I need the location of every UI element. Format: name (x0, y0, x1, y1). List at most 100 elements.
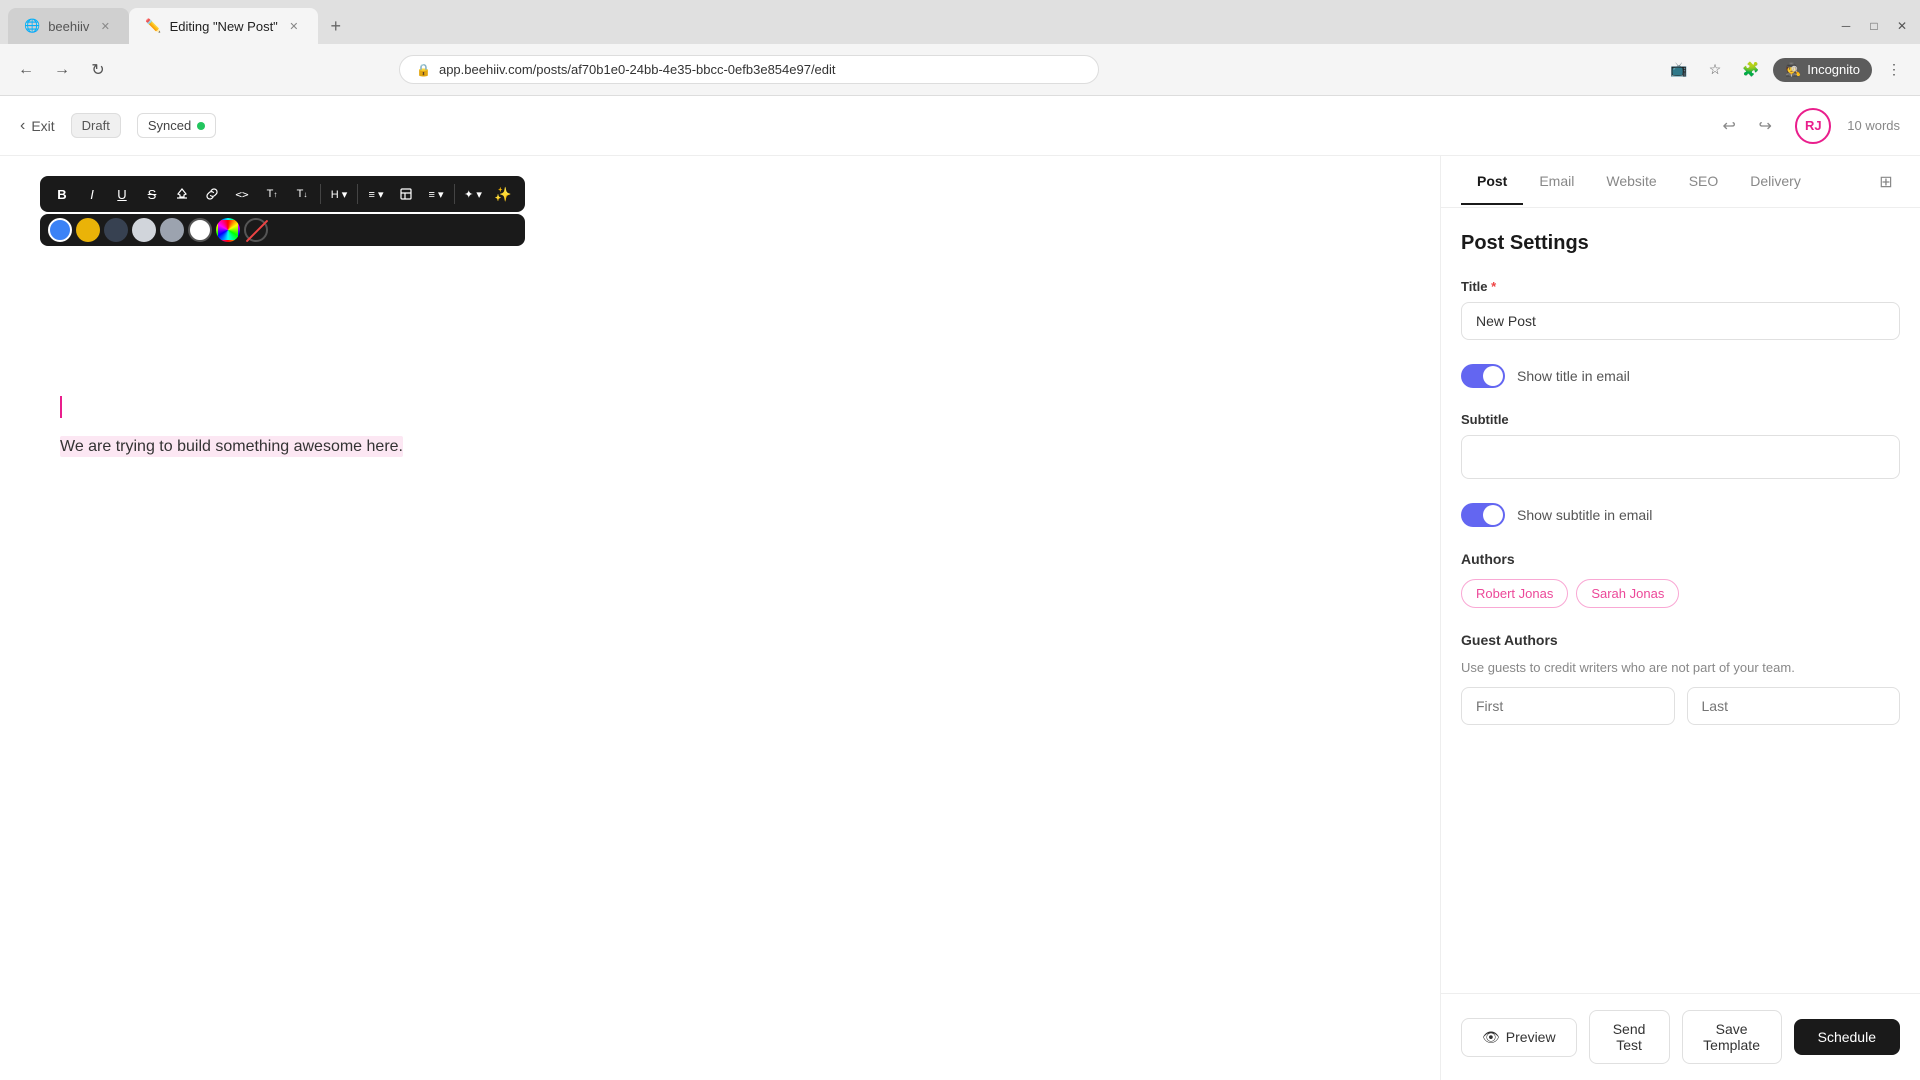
highlight-button[interactable] (168, 180, 196, 208)
exit-arrow-icon: ‹ (20, 117, 25, 135)
title-input[interactable] (1461, 302, 1900, 340)
show-subtitle-toggle[interactable] (1461, 503, 1505, 527)
authors-section: Authors Robert Jonas Sarah Jonas (1461, 551, 1900, 608)
exit-button[interactable]: ‹ Exit (20, 117, 55, 135)
browser-chrome: 🌐 beehiiv ✕ ✏️ Editing "New Post" ✕ + ─ … (0, 0, 1920, 96)
editor-area[interactable]: B I U S <> T↑ T↓ H ▾ ≡ ▾ (0, 156, 1440, 1080)
user-avatar[interactable]: RJ (1795, 108, 1831, 144)
tab-beehiiv-close[interactable]: ✕ (97, 18, 113, 34)
italic-button[interactable]: I (78, 180, 106, 208)
block-button[interactable] (392, 180, 420, 208)
author-chip-robert[interactable]: Robert Jonas (1461, 579, 1568, 608)
minimize-button[interactable]: ─ (1836, 16, 1856, 36)
selected-text-block[interactable]: We are trying to build something awesome… (60, 438, 1380, 456)
guest-authors-description: Use guests to credit writers who are not… (1461, 660, 1900, 675)
bold-button[interactable]: B (48, 180, 76, 208)
subscript-button[interactable]: T↓ (288, 180, 316, 208)
show-subtitle-toggle-label: Show subtitle in email (1517, 507, 1652, 523)
tab-bar: 🌐 beehiiv ✕ ✏️ Editing "New Post" ✕ + ─ … (0, 0, 1920, 44)
undo-button[interactable]: ↩ (1715, 112, 1743, 140)
color-swatch-yellow[interactable] (76, 218, 100, 242)
tab-editing[interactable]: ✏️ Editing "New Post" ✕ (129, 8, 317, 44)
toggle-subtitle-check-icon (1488, 510, 1500, 520)
tab-website[interactable]: Website (1590, 159, 1672, 205)
draft-badge[interactable]: Draft (71, 113, 121, 138)
redo-button[interactable]: ↪ (1751, 112, 1779, 140)
heading-button[interactable]: H ▾ (325, 180, 353, 208)
ai-button[interactable]: ✨ (489, 180, 517, 208)
incognito-button[interactable]: 🕵️ Incognito (1773, 58, 1872, 82)
color-swatch-dark-gray[interactable] (104, 218, 128, 242)
color-swatch-rainbow[interactable] (216, 218, 240, 242)
guest-authors-section: Guest Authors Use guests to credit write… (1461, 632, 1900, 725)
incognito-icon: 🕵️ (1785, 62, 1801, 78)
color-swatch-medium-gray[interactable] (160, 218, 184, 242)
tab-editing-close[interactable]: ✕ (286, 18, 302, 34)
panel-title: Post Settings (1461, 232, 1900, 255)
authors-label: Authors (1461, 551, 1900, 567)
superscript-button[interactable]: T↑ (258, 180, 286, 208)
tab-editing-label: Editing "New Post" (170, 19, 278, 34)
list-button[interactable]: ≡ ▾ (362, 180, 390, 208)
new-tab-button[interactable]: + (322, 12, 350, 40)
menu-button[interactable]: ⋮ (1880, 56, 1908, 84)
insert-button[interactable]: ✦ ▾ (459, 180, 487, 208)
color-picker-row (40, 214, 525, 246)
back-button[interactable]: ← (12, 56, 40, 84)
tab-beehiiv[interactable]: 🌐 beehiiv ✕ (8, 8, 129, 44)
color-swatch-white[interactable] (188, 218, 212, 242)
send-test-button[interactable]: Send Test (1589, 1010, 1670, 1064)
panel-tabs: Post Email Website SEO Delivery ⊞ (1441, 156, 1920, 208)
authors-list: Robert Jonas Sarah Jonas (1461, 579, 1900, 608)
show-title-toggle-row: Show title in email (1461, 364, 1900, 388)
show-title-toggle[interactable] (1461, 364, 1505, 388)
color-swatch-blue[interactable] (48, 218, 72, 242)
extension-icon[interactable]: 🧩 (1737, 56, 1765, 84)
guest-last-name-input[interactable] (1687, 687, 1901, 725)
editor-content[interactable]: We are trying to build something awesome… (40, 396, 1400, 456)
panel-footer: 👁 Preview Send Test Save Template Schedu… (1441, 993, 1920, 1080)
strikethrough-button[interactable]: S (138, 180, 166, 208)
tab-seo[interactable]: SEO (1673, 159, 1735, 205)
tab-beehiiv-label: beehiiv (48, 19, 89, 34)
forward-button[interactable]: → (48, 56, 76, 84)
close-button[interactable]: ✕ (1892, 16, 1912, 36)
toolbar-separator-1 (320, 184, 321, 204)
guest-first-name-input[interactable] (1461, 687, 1675, 725)
tab-delivery[interactable]: Delivery (1734, 159, 1817, 205)
schedule-button[interactable]: Schedule (1794, 1019, 1900, 1055)
align-button[interactable]: ≡ ▾ (422, 180, 450, 208)
main-content: B I U S <> T↑ T↓ H ▾ ≡ ▾ (0, 156, 1920, 1080)
subtitle-input[interactable] (1461, 435, 1900, 479)
panel-content: Post Settings Title * Show title in (1441, 208, 1920, 993)
right-panel: Post Email Website SEO Delivery ⊞ Post S… (1440, 156, 1920, 1080)
refresh-button[interactable]: ↻ (84, 56, 112, 84)
incognito-label: Incognito (1807, 62, 1860, 77)
app-toolbar: ‹ Exit Draft Synced ↩ ↪ RJ 10 words (0, 96, 1920, 156)
restore-button[interactable]: □ (1864, 16, 1884, 36)
cast-icon[interactable]: 📺 (1665, 56, 1693, 84)
link-button[interactable] (198, 180, 226, 208)
address-bar[interactable]: 🔒 app.beehiiv.com/posts/af70b1e0-24bb-4e… (399, 55, 1099, 84)
color-swatch-none[interactable] (244, 218, 268, 242)
code-button[interactable]: <> (228, 180, 256, 208)
bookmark-icon[interactable]: ☆ (1701, 56, 1729, 84)
guest-authors-label: Guest Authors (1461, 632, 1900, 648)
address-bar-row: ← → ↻ 🔒 app.beehiiv.com/posts/af70b1e0-2… (0, 44, 1920, 96)
preview-button[interactable]: 👁 Preview (1461, 1018, 1577, 1057)
window-controls: ─ □ ✕ (1836, 16, 1912, 36)
send-test-label: Send Test (1613, 1021, 1646, 1053)
panel-expand-button[interactable]: ⊞ (1872, 168, 1900, 196)
underline-button[interactable]: U (108, 180, 136, 208)
color-swatch-light-gray[interactable] (132, 218, 156, 242)
save-template-button[interactable]: Save Template (1682, 1010, 1782, 1064)
app-container: ‹ Exit Draft Synced ↩ ↪ RJ 10 words B I … (0, 96, 1920, 1080)
tab-post[interactable]: Post (1461, 159, 1523, 205)
synced-badge: Synced (137, 113, 216, 138)
lock-icon: 🔒 (416, 63, 431, 77)
show-title-toggle-label: Show title in email (1517, 368, 1630, 384)
browser-actions: 📺 ☆ 🧩 🕵️ Incognito ⋮ (1665, 56, 1908, 84)
toolbar-separator-2 (357, 184, 358, 204)
tab-email[interactable]: Email (1523, 159, 1590, 205)
author-chip-sarah[interactable]: Sarah Jonas (1576, 579, 1679, 608)
